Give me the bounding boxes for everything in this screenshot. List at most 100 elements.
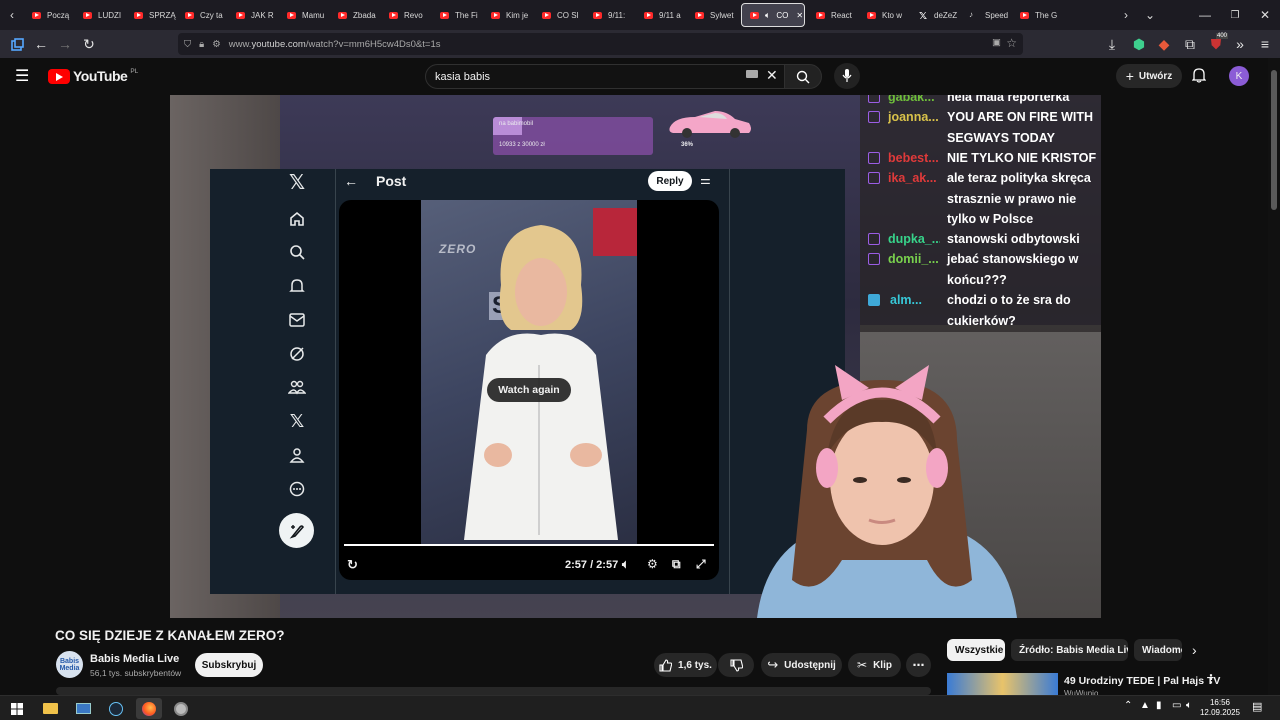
ublock-icon[interactable]: ⛊ 400 xyxy=(1204,32,1229,56)
channel-avatar[interactable]: Babis Media xyxy=(56,651,83,678)
lock-icon[interactable]: 🔒︎ xyxy=(199,39,204,50)
recommended-video-title[interactable]: 49 Urodziny TEDE | Pal Hajs TV xyxy=(1064,675,1220,687)
description-box[interactable] xyxy=(56,687,931,695)
search-input[interactable]: kasia babis ✕ xyxy=(425,64,785,89)
x-video-progress-bar[interactable] xyxy=(344,544,714,546)
browser-tab[interactable]: 𝕏deZeZ xyxy=(910,0,961,30)
browser-tab[interactable]: Mamu xyxy=(279,0,330,30)
browser-tab[interactable]: JAK R xyxy=(228,0,279,30)
browser-tab[interactable]: 9/11 a xyxy=(636,0,687,30)
browser-tab[interactable]: ♪ Speed xyxy=(961,0,1012,30)
firefox-icon[interactable] xyxy=(136,698,162,719)
tracking-shield-icon[interactable]: ⛉ xyxy=(184,39,191,50)
browser-tab[interactable]: Czy ta xyxy=(177,0,228,30)
browser-tab[interactable]: Kto w xyxy=(859,0,910,30)
tray-volume-icon[interactable]: 🔈︎ xyxy=(1186,700,1192,711)
hamburger-menu-icon[interactable]: ☰ xyxy=(15,66,35,86)
close-window-icon[interactable]: ✕ xyxy=(1250,0,1280,30)
browser-tab[interactable]: Revo xyxy=(381,0,432,30)
dislike-button[interactable] xyxy=(718,653,754,677)
restore-window-icon[interactable]: ❐ xyxy=(1220,0,1250,30)
permissions-icon[interactable]: ⚙︎ xyxy=(212,39,221,50)
x-home-icon[interactable] xyxy=(287,209,307,229)
x-communities-icon[interactable] xyxy=(287,377,307,397)
watch-again-button[interactable]: Watch again xyxy=(487,378,571,402)
x-premium-icon[interactable]: 𝕏 xyxy=(287,411,307,431)
subscribe-button[interactable]: Subskrybuj xyxy=(195,653,263,677)
extension-fox-icon[interactable]: ◆ xyxy=(1152,32,1176,56)
x-embedded-video[interactable]: ZERO ST Watch again ↻ 2: xyxy=(339,200,719,580)
tray-network-icon[interactable]: ▭ xyxy=(1172,700,1181,711)
tab-audio-speaker-icon[interactable]: 🔈︎ xyxy=(765,10,770,21)
filter-chip[interactable]: Wiadomości xyxy=(1134,639,1182,661)
file-explorer-folder-icon[interactable] xyxy=(37,698,63,719)
browser-tab[interactable]: The G xyxy=(1012,0,1063,30)
page-scrollbar[interactable] xyxy=(1268,58,1280,695)
browser-tab[interactable]: SPRZĄ xyxy=(126,0,177,30)
like-button[interactable]: 1,6 tys. xyxy=(654,653,717,677)
browser-tab[interactable]: 9/11: xyxy=(585,0,636,30)
browser-tab[interactable]: CO SI xyxy=(534,0,585,30)
volume-icon[interactable]: 🔈︎ xyxy=(622,557,629,572)
video-player[interactable]: na babimobil 10933 z 30000 zł 36% 𝕏 𝕏 ← … xyxy=(170,95,1101,618)
reload-icon[interactable]: ↻ xyxy=(77,32,101,56)
extension-shield-icon[interactable]: ⬢ xyxy=(1127,32,1151,56)
channel-name[interactable]: Babis Media Live xyxy=(90,653,179,665)
address-bar[interactable]: ⛉ 🔒︎ ⚙︎ www.youtube.com/watch?v=mm6H5cw4… xyxy=(178,33,1023,55)
filter-chip[interactable]: Wszystkie xyxy=(947,639,1005,661)
app-menu-icon[interactable]: ≡ xyxy=(1253,32,1277,56)
tab-overview-icon[interactable] xyxy=(5,32,29,56)
browser-tab[interactable]: LUDZI xyxy=(75,0,126,30)
downloads-icon[interactable]: ⤓ xyxy=(1100,32,1124,56)
settings-gear-icon[interactable]: ⚙︎ xyxy=(647,557,658,571)
bookmark-star-icon[interactable]: ☆ xyxy=(1006,36,1017,50)
steam-icon[interactable] xyxy=(103,698,129,719)
account-avatar[interactable]: K xyxy=(1229,66,1249,86)
x-reply-button[interactable]: Reply xyxy=(648,171,692,191)
notifications-icon[interactable]: ▤ xyxy=(1252,700,1262,713)
x-grok-icon[interactable] xyxy=(287,344,307,364)
x-logo-icon[interactable]: 𝕏 xyxy=(287,172,307,194)
x-notifications-bell-icon[interactable] xyxy=(287,276,307,296)
remote-desktop-icon[interactable] xyxy=(70,698,96,719)
picture-in-picture-icon[interactable]: ⧉ xyxy=(672,557,681,572)
x-messages-envelope-icon[interactable] xyxy=(287,310,307,330)
reader-view-icon[interactable]: ▣ xyxy=(992,37,1001,48)
recommended-more-vertical-icon[interactable]: ⋮ xyxy=(1205,672,1217,686)
app-pinned-icon[interactable] xyxy=(168,698,194,719)
more-actions-ellipsis-icon[interactable]: ⋯ xyxy=(906,653,931,677)
replay-icon[interactable]: ↻ xyxy=(347,557,358,573)
browser-tab[interactable]: React xyxy=(808,0,859,30)
youtube-logo[interactable]: YouTube PL xyxy=(48,68,138,84)
x-explore-search-icon[interactable] xyxy=(287,242,307,262)
browser-tab[interactable]: Zbada xyxy=(330,0,381,30)
browser-tab[interactable]: 🔈︎ CO ✕ xyxy=(741,3,805,27)
windows-start-icon[interactable] xyxy=(4,698,30,719)
minimize-window-icon[interactable]: — xyxy=(1190,0,1220,30)
tab-close-x-icon[interactable]: ✕ xyxy=(796,11,803,20)
create-button[interactable]: + Utwórz xyxy=(1116,64,1182,88)
tab-scroll-left-icon[interactable]: ‹ xyxy=(0,0,24,30)
notifications-bell-icon[interactable] xyxy=(1191,67,1207,86)
x-compose-post-button[interactable] xyxy=(279,513,314,548)
browser-tab[interactable]: The Fi xyxy=(432,0,483,30)
url-text[interactable]: www.youtube.com/watch?v=mm6H5cw4Ds0&t=1s xyxy=(229,39,441,50)
tab-scroll-right-icon[interactable]: › xyxy=(1114,0,1138,30)
x-back-arrow-icon[interactable]: ← xyxy=(344,173,358,189)
scrollbar-thumb[interactable] xyxy=(1271,70,1277,210)
overflow-chevrons-icon[interactable]: » xyxy=(1228,32,1252,56)
share-button[interactable]: ↪ Udostępnij xyxy=(761,653,842,677)
browser-tab[interactable]: Kim je xyxy=(483,0,534,30)
voice-search-mic-icon[interactable] xyxy=(834,63,860,89)
search-button[interactable] xyxy=(784,64,822,89)
clear-search-x-icon[interactable]: ✕ xyxy=(766,67,778,84)
browser-tab[interactable]: Sylwet xyxy=(687,0,738,30)
back-arrow-icon[interactable]: ← xyxy=(29,32,53,56)
taskbar-clock[interactable]: 16:56 12.09.2025 xyxy=(1196,698,1244,718)
tray-usb-icon[interactable]: ▮ xyxy=(1156,700,1162,711)
x-more-circle-icon[interactable] xyxy=(287,479,307,499)
tray-overflow-chevron-up-icon[interactable]: ⌃ xyxy=(1124,700,1132,711)
browser-tab[interactable]: Począ xyxy=(24,0,75,30)
x-settings-sliders-icon[interactable]: ⚌ xyxy=(700,173,711,187)
x-profile-person-icon[interactable] xyxy=(287,445,307,465)
